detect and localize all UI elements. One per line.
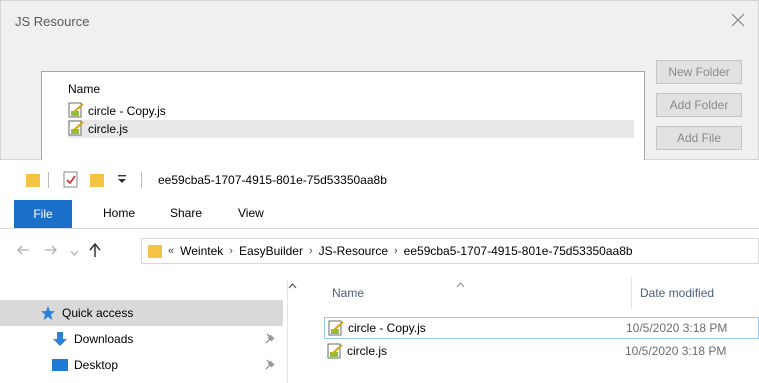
file-explorer-window: ee59cba5-1707-4915-801e-75d53350aa8b Fil… xyxy=(0,160,759,383)
navigation-pane: Quick access Downloads Desktop xyxy=(0,280,290,383)
breadcrumb-separator-icon[interactable]: › xyxy=(229,245,233,257)
tab-view[interactable]: View xyxy=(238,206,264,220)
nav-item-quick-access[interactable]: Quick access xyxy=(0,300,283,326)
dialog-title: JS Resource xyxy=(15,14,90,29)
file-name: circle.js xyxy=(88,122,129,136)
breadcrumb-easybuilder[interactable]: EasyBuilder xyxy=(239,244,303,258)
breadcrumb-separator-icon[interactable]: › xyxy=(394,245,398,257)
file-list-pane: Name Date modified circle - Copy.js 10/5… xyxy=(296,272,759,383)
sort-ascending-icon xyxy=(456,277,465,291)
breadcrumb-weintek[interactable]: Weintek xyxy=(180,244,223,258)
list-item[interactable]: circle.js xyxy=(68,120,634,138)
toolbar-divider xyxy=(141,172,142,188)
file-name: circle.js xyxy=(347,344,388,358)
add-folder-button[interactable]: Add Folder xyxy=(656,93,742,117)
pin-icon[interactable] xyxy=(264,359,276,371)
desktop-icon xyxy=(52,358,68,372)
new-folder-button[interactable]: New Folder xyxy=(656,60,742,84)
new-folder-icon[interactable] xyxy=(90,172,104,191)
js-file-icon xyxy=(328,320,344,336)
ribbon-tabs: File Home Share View xyxy=(0,200,759,229)
nav-item-downloads[interactable]: Downloads xyxy=(0,326,283,352)
tab-share[interactable]: Share xyxy=(170,206,202,220)
up-arrow-icon[interactable] xyxy=(88,242,102,261)
js-file-icon xyxy=(68,120,84,139)
customize-toolbar-icon[interactable] xyxy=(117,172,127,189)
folder-icon xyxy=(26,172,40,191)
file-row[interactable]: circle.js 10/5/2020 3:18 PM xyxy=(324,340,759,362)
folder-icon xyxy=(148,243,162,259)
nav-item-label: Quick access xyxy=(62,306,134,320)
address-bar[interactable]: « Weintek › EasyBuilder › JS-Resource › … xyxy=(141,238,759,264)
window-title: ee59cba5-1707-4915-801e-75d53350aa8b xyxy=(158,173,387,187)
column-divider[interactable] xyxy=(631,277,632,309)
resource-file-list[interactable]: Name circle - Copy.js circle.js xyxy=(41,71,645,161)
file-name: circle - Copy.js xyxy=(348,321,426,335)
navigation-bar: « Weintek › EasyBuilder › JS-Resource › … xyxy=(0,236,759,266)
tab-file[interactable]: File xyxy=(14,200,72,228)
list-item[interactable]: circle - Copy.js xyxy=(68,102,634,120)
download-arrow-icon xyxy=(52,331,68,347)
star-icon xyxy=(40,305,56,321)
recent-locations-chevron-icon[interactable] xyxy=(70,246,79,260)
file-date-modified: 10/5/2020 3:18 PM xyxy=(626,321,728,335)
file-date-modified: 10/5/2020 3:18 PM xyxy=(625,344,727,358)
file-name: circle - Copy.js xyxy=(88,104,166,118)
overflow-chevron-icon[interactable]: « xyxy=(168,245,174,257)
toolbar-divider xyxy=(48,172,49,188)
nav-item-desktop[interactable]: Desktop xyxy=(0,352,283,378)
column-header-date-modified[interactable]: Date modified xyxy=(640,286,714,300)
nav-item-label: Desktop xyxy=(74,358,119,372)
column-header-name[interactable]: Name xyxy=(332,286,364,300)
properties-icon[interactable] xyxy=(63,171,79,191)
breadcrumb-current-folder[interactable]: ee59cba5-1707-4915-801e-75d53350aa8b xyxy=(404,244,633,258)
file-row[interactable]: circle - Copy.js 10/5/2020 3:18 PM xyxy=(324,317,759,339)
list-header-name: Name xyxy=(68,82,101,96)
breadcrumb-js-resource[interactable]: JS-Resource xyxy=(319,244,388,258)
quick-access-toolbar: ee59cba5-1707-4915-801e-75d53350aa8b xyxy=(0,160,759,200)
forward-arrow-icon[interactable] xyxy=(44,244,58,259)
close-icon[interactable] xyxy=(729,11,747,29)
add-file-button[interactable]: Add File xyxy=(656,126,742,150)
js-file-icon xyxy=(68,102,84,121)
js-resource-dialog: JS Resource Name circle - Copy.js circle… xyxy=(0,0,759,161)
breadcrumb-separator-icon[interactable]: › xyxy=(309,245,313,257)
js-file-icon xyxy=(327,343,343,359)
nav-item-label: Downloads xyxy=(74,332,134,346)
tab-home[interactable]: Home xyxy=(103,206,135,220)
pin-icon[interactable] xyxy=(264,333,276,345)
back-arrow-icon[interactable] xyxy=(16,244,30,259)
